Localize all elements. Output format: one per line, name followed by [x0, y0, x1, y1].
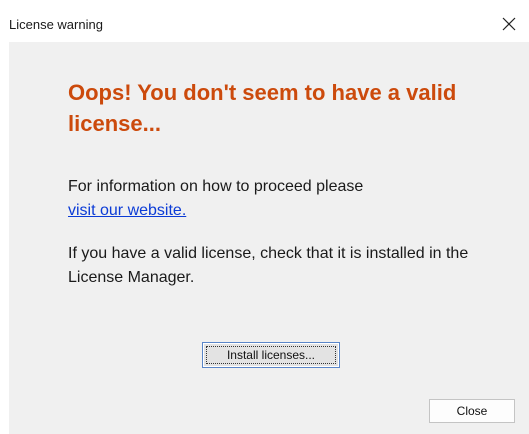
install-licenses-label: Install licenses...: [226, 348, 316, 362]
close-icon[interactable]: [497, 12, 521, 36]
warning-headline: Oops! You don't seem to have a valid lic…: [68, 80, 457, 136]
dialog-content-panel: Oops! You don't seem to have a valid lic…: [9, 42, 529, 434]
close-button-label: Close: [456, 404, 488, 418]
install-licenses-button[interactable]: Install licenses...: [202, 342, 340, 368]
license-manager-paragraph: If you have a valid license, check that …: [68, 245, 469, 286]
close-button[interactable]: Close: [429, 399, 515, 423]
window-title: License warning: [9, 17, 103, 32]
info-text: For information on how to proceed please: [68, 178, 364, 195]
info-paragraph: For information on how to proceed please…: [68, 175, 488, 223]
website-link[interactable]: visit our website.: [68, 202, 186, 219]
license-warning-dialog: License warning Oops! You don't seem to …: [0, 0, 529, 434]
window-left-edge: [0, 42, 9, 434]
title-bar: License warning: [0, 0, 529, 42]
